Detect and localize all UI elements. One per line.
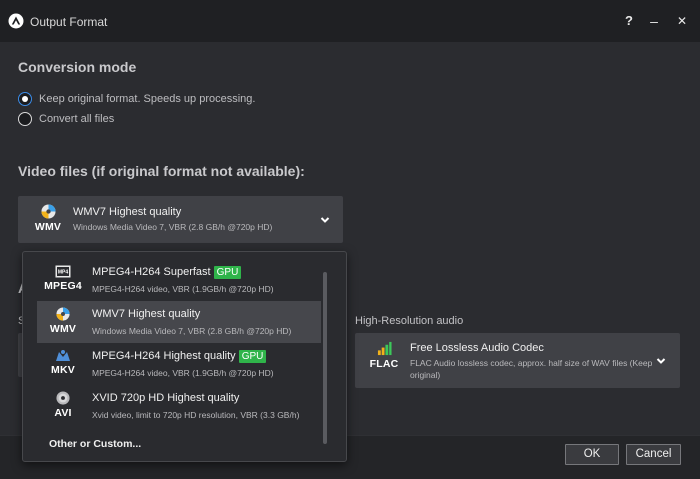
chevron-down-icon [320,217,330,223]
dropdown-item-mkv[interactable]: MKV MPEG4-H264 Highest quality GPU MPEG4-… [37,343,321,385]
audio-label: High-Resolution audio [355,315,464,327]
radio-convert-all[interactable]: Convert all files [18,111,114,127]
close-button[interactable]: ✕ [673,12,691,30]
format-description-line2: original) [410,370,441,380]
format-ext: AVI [54,407,72,419]
format-description: Windows Media Video 7, VBR (2.8 GB/h @72… [73,222,273,232]
avi-disc-icon: AVI [41,391,85,419]
help-button[interactable]: ? [620,12,638,30]
format-ext: WMV [49,323,77,335]
dropdown-item-wmv[interactable]: WMV WMV7 Highest quality Windows Media V… [37,301,321,343]
radio-button-checked[interactable] [18,92,32,106]
format-name: MPEG4-H264 Highest quality GPU [92,350,267,363]
format-description: FLAC Audio lossless codec, approx. half … [410,358,653,368]
gpu-badge: GPU [213,266,242,279]
format-ext: MPEG4 [44,280,82,292]
mpeg4-film-icon: MP4 MPEG4 [41,265,85,292]
svg-text:MP4: MP4 [58,270,69,276]
flac-level-icon: FLAC [362,341,406,370]
video-format-select[interactable]: WMV WMV7 Highest quality Windows Media V… [18,196,343,243]
audio-format-select[interactable]: FLAC Free Lossless Audio Codec FLAC Audi… [355,333,680,388]
dropdown-item-avi[interactable]: AVI XVID 720p HD Highest quality Xvid vi… [37,385,321,427]
format-name: WMV7 Highest quality [92,308,201,320]
radio-label: Keep original format. Speeds up processi… [39,93,256,105]
title-bar: Output Format ? – ✕ [0,0,700,42]
ok-button[interactable]: OK [565,444,619,465]
conversion-mode-heading: Conversion mode [18,59,137,75]
wmv-disc-icon: WMV [26,204,70,233]
mkv-matroska-icon: MKV [41,349,85,376]
format-description: Windows Media Video 7, VBR (2.8 GB/h @72… [92,326,292,336]
dropdown-scrollbar[interactable] [323,272,327,444]
format-ext: WMV [34,221,62,233]
format-name: WMV7 Highest quality [73,206,182,218]
format-ext: MKV [51,364,75,376]
app-logo-icon [8,13,24,29]
format-ext: FLAC [369,358,399,370]
cancel-button[interactable]: Cancel [626,444,681,465]
dropdown-item-mpeg4[interactable]: MP4 MPEG4 MPEG4-H264 Superfast GPU MPEG4-… [37,259,321,301]
format-description: MPEG4-H264 video, VBR (1.9GB/h @720p HD) [92,284,274,294]
chevron-down-icon [656,358,666,364]
video-format-dropdown[interactable]: MP4 MPEG4 MPEG4-H264 Superfast GPU MPEG4-… [22,251,347,462]
format-description: Xvid video, limit to 720p HD resolution,… [92,410,300,420]
format-name: MPEG4-H264 Superfast GPU [92,266,242,279]
format-name: XVID 720p HD Highest quality [92,392,240,404]
radio-button[interactable] [18,112,32,126]
minimize-button[interactable]: – [645,12,663,30]
radio-keep-original[interactable]: Keep original format. Speeds up processi… [18,91,255,107]
other-or-custom-item[interactable]: Other or Custom... [49,438,141,450]
window-title: Output Format [30,15,108,29]
format-name: Free Lossless Audio Codec [410,342,544,354]
format-description: MPEG4-H264 video, VBR (1.9GB/h @720p HD) [92,368,274,378]
radio-label: Convert all files [39,113,115,125]
wmv-disc-icon: WMV [41,307,85,335]
video-files-heading: Video files (if original format not avai… [18,163,305,179]
gpu-badge: GPU [238,350,267,363]
